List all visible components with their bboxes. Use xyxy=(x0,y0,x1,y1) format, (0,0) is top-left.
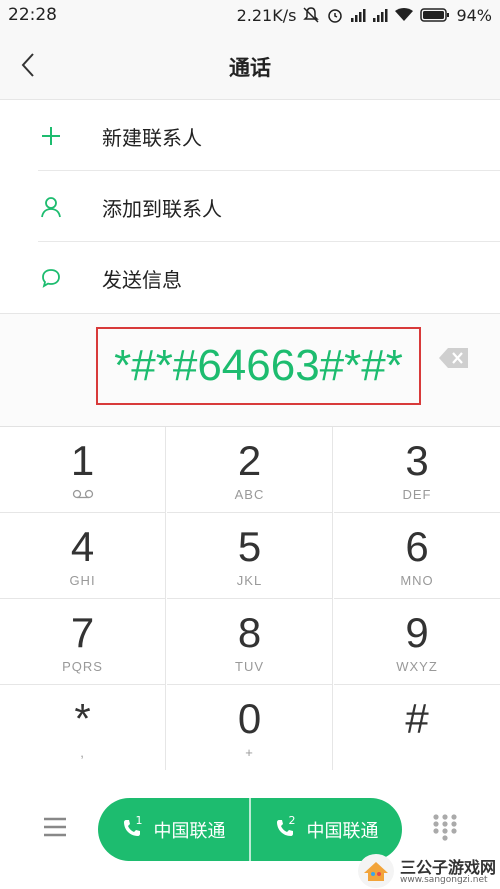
battery-level: 94% xyxy=(456,5,492,25)
dialpad-icon xyxy=(433,814,457,841)
status-icons: 2.21K/s 94% xyxy=(237,5,492,25)
dialpad-toggle-button[interactable] xyxy=(432,813,458,843)
highlight-box: *#*#64663#*#* xyxy=(96,327,421,405)
key-digit: # xyxy=(405,695,429,742)
signal-icon-2 xyxy=(373,9,388,22)
key-digit: 4 xyxy=(70,523,95,570)
dialed-digits[interactable]: *#*#64663#*#* xyxy=(98,341,419,391)
key-digit: 9 xyxy=(405,609,429,656)
mute-icon xyxy=(303,7,320,23)
sim-number: 1 xyxy=(135,813,143,827)
key-hash[interactable]: # xyxy=(334,685,500,771)
key-digit: 7 xyxy=(70,609,95,656)
add-to-contact-item[interactable]: 添加到联系人 xyxy=(0,171,500,242)
call-sim2-button[interactable]: 2 中国联通 xyxy=(251,798,402,861)
key-1[interactable]: 1 xyxy=(0,427,166,513)
message-icon xyxy=(38,265,64,291)
alarm-icon xyxy=(328,9,343,23)
digits-area: *#*#64663#*#* xyxy=(0,313,500,426)
menu-button[interactable] xyxy=(40,815,72,841)
carrier-label: 中国联通 xyxy=(153,820,226,842)
carrier-label: 中国联通 xyxy=(306,820,379,842)
voicemail-icon xyxy=(72,489,94,499)
key-3[interactable]: 3 DEF xyxy=(334,427,500,513)
backspace-icon xyxy=(439,348,468,368)
key-digit: 1 xyxy=(70,437,95,484)
status-time: 22:28 xyxy=(8,5,57,25)
call-button-group: 1 中国联通 2 中国联通 xyxy=(98,798,402,861)
watermark: 三公子游戏网 www.sangongzi.net xyxy=(358,854,498,888)
key-letters: MNO xyxy=(400,573,434,588)
menu-icon xyxy=(44,817,66,837)
key-6[interactable]: 6 MNO xyxy=(334,513,500,599)
action-list: 新建联系人 添加到联系人 发送信息 xyxy=(0,100,500,313)
key-9[interactable]: 9 WXYZ xyxy=(334,599,500,685)
call-sim1-button[interactable]: 1 中国联通 xyxy=(98,798,249,861)
key-digit: 0 xyxy=(237,695,262,742)
new-contact-item[interactable]: 新建联系人 xyxy=(0,100,500,171)
plus-icon xyxy=(38,123,64,149)
new-contact-label: 新建联系人 xyxy=(102,126,202,150)
key-2[interactable]: 2 ABC xyxy=(167,427,333,513)
person-icon xyxy=(38,194,64,220)
key-digit: 3 xyxy=(405,437,429,484)
key-0[interactable]: 0 + xyxy=(167,685,333,771)
net-speed: 2.21K/s xyxy=(236,5,297,25)
key-letters: GHI xyxy=(69,573,96,588)
key-digit: * xyxy=(74,695,91,742)
key-4[interactable]: 4 GHI xyxy=(0,513,166,599)
key-letters: TUV xyxy=(235,659,264,674)
key-letters: PQRS xyxy=(62,659,103,674)
key-digit: 2 xyxy=(237,437,262,484)
key-8[interactable]: 8 TUV xyxy=(167,599,333,685)
watermark-url: www.sangongzi.net xyxy=(400,875,488,885)
key-5[interactable]: 5 JKL xyxy=(167,513,333,599)
phone-icon: 2 xyxy=(275,814,299,842)
key-letters: + xyxy=(245,745,254,760)
keypad: 1 2 ABC 3 DEF 4 GHI 5 JKL 6 MNO 7 PQRS 8… xyxy=(0,426,500,771)
key-letters: , xyxy=(80,745,85,760)
key-star[interactable]: * , xyxy=(0,685,166,771)
key-letters: JKL xyxy=(236,573,263,588)
key-digit: 8 xyxy=(237,609,262,656)
key-digit: 6 xyxy=(405,523,429,570)
delete-button[interactable] xyxy=(438,347,470,369)
add-to-contact-label: 添加到联系人 xyxy=(102,197,222,221)
send-message-label: 发送信息 xyxy=(102,268,182,292)
key-digit: 5 xyxy=(237,523,262,570)
status-bar: 22:28 2.21K/s 94% xyxy=(0,0,500,30)
key-7[interactable]: 7 PQRS xyxy=(0,599,166,685)
title-bar: 通话 xyxy=(0,30,500,100)
key-letters: DEF xyxy=(402,487,432,502)
battery-icon xyxy=(420,8,450,22)
watermark-logo xyxy=(358,854,394,888)
send-message-item[interactable]: 发送信息 xyxy=(0,242,500,313)
key-letters: WXYZ xyxy=(396,659,438,674)
key-letters: ABC xyxy=(234,487,265,502)
phone-icon: 1 xyxy=(122,814,146,842)
signal-icon xyxy=(351,9,366,22)
wifi-icon xyxy=(395,8,414,21)
page-title: 通话 xyxy=(229,56,271,80)
sim-number: 2 xyxy=(288,813,296,827)
